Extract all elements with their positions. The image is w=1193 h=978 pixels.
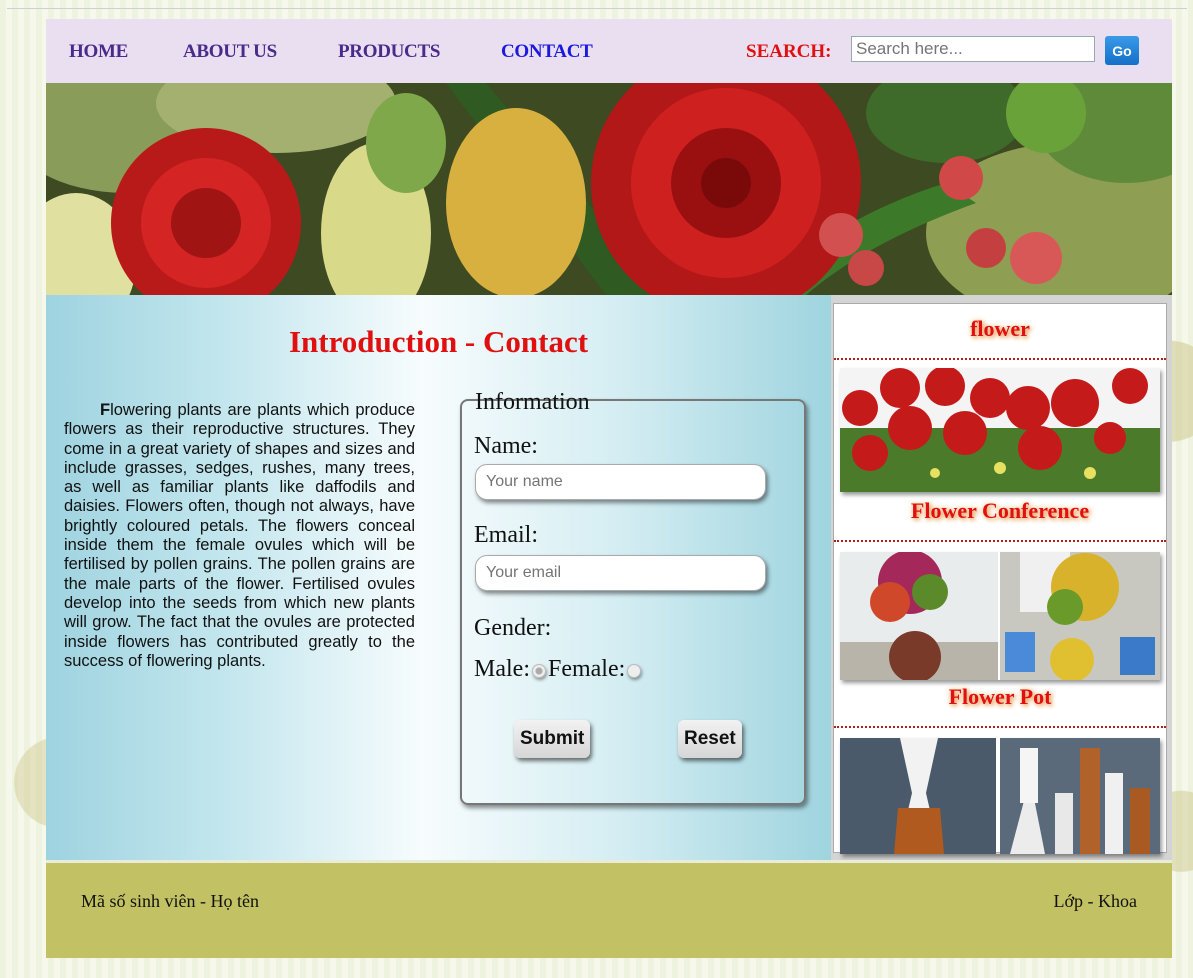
name-label: Name:	[474, 433, 538, 459]
gender-label: Gender:	[474, 615, 552, 641]
sidebar-panel: flower Flower Conference Flower Pot	[833, 303, 1167, 854]
sidebar-divider	[834, 358, 1166, 360]
flower-pot-image[interactable]	[840, 552, 1160, 680]
gender-options: Male: Female:	[474, 656, 643, 683]
flower-conference-image[interactable]	[840, 368, 1160, 492]
email-label: Email:	[474, 522, 538, 548]
nav-item-about-us[interactable]: ABOUT US	[183, 41, 277, 63]
nav-bar: HOME ABOUT US PRODUCTS CONTACT SEARCH: G…	[46, 19, 1172, 83]
caption-flower-pot: Flower Pot	[948, 684, 1052, 709]
submit-button[interactable]: Submit	[514, 720, 591, 758]
sidebar-divider	[834, 540, 1166, 542]
form-legend: Information	[475, 389, 590, 415]
contact-form: Information Name: Email: Gender: Male: Fe…	[460, 389, 806, 805]
nav-item-home[interactable]: HOME	[69, 41, 128, 63]
sidebar-title: flower	[970, 316, 1030, 341]
sidebar-divider	[834, 726, 1166, 728]
female-label: Female:	[547, 656, 626, 682]
reset-button[interactable]: Reset	[678, 720, 742, 758]
caption-flower-conference: Flower Conference	[910, 498, 1090, 523]
hero-banner-image	[46, 83, 1172, 295]
male-label: Male:	[474, 656, 530, 682]
vase-image[interactable]	[840, 738, 1160, 854]
nav-item-products[interactable]: PRODUCTS	[338, 41, 440, 63]
content-area: Introduction - Contact Flowering plants …	[46, 295, 831, 860]
email-field[interactable]	[475, 555, 766, 591]
footer: Mã số sinh viên - Họ tên Lớp - Khoa	[46, 860, 1172, 958]
search-input[interactable]	[851, 36, 1095, 62]
name-field[interactable]	[475, 464, 766, 500]
search-label: SEARCH:	[746, 41, 832, 62]
top-border-line	[7, 8, 1187, 9]
sidebar: flower Flower Conference Flower Pot	[831, 295, 1172, 860]
intro-paragraph: Flowering plants are plants which produc…	[64, 401, 415, 671]
nav-item-contact[interactable]: CONTACT	[501, 41, 593, 63]
intro-drop-letter: F	[100, 401, 111, 419]
footer-student-info: Mã số sinh viên - Họ tên	[81, 891, 259, 911]
footer-class-info: Lớp - Khoa	[1053, 891, 1138, 911]
go-button[interactable]: Go	[1105, 36, 1139, 65]
roses-bouquet-image	[46, 83, 1172, 295]
female-radio[interactable]	[627, 664, 642, 678]
page-title: Introduction - Contact	[288, 324, 589, 359]
main-section: Introduction - Contact Flowering plants …	[46, 295, 1172, 860]
male-radio[interactable]	[531, 664, 546, 678]
intro-paragraph-text: lowering plants are plants which produce…	[64, 401, 415, 670]
